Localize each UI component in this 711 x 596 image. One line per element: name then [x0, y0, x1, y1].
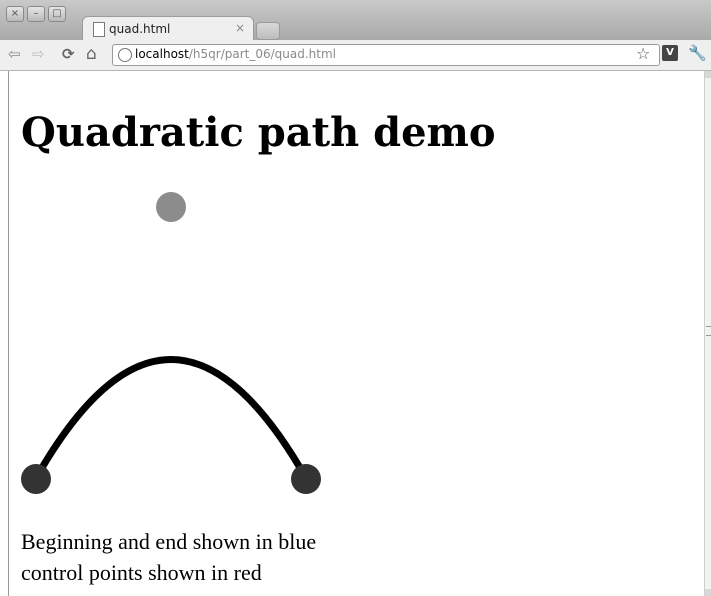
tab-close-icon[interactable]: × — [235, 21, 245, 35]
page-title: Quadratic path demo — [21, 109, 496, 156]
caption-line-2: control points shown in red — [21, 560, 262, 585]
start-point-marker — [21, 464, 51, 494]
extension-icon[interactable]: V — [662, 45, 678, 61]
scroll-down-arrow[interactable] — [705, 589, 711, 596]
end-point-marker — [291, 464, 321, 494]
browser-toolbar: ⇦ ⇨ ⟳ ⌂ localhost/h5qr/part_06/quad.html… — [0, 40, 711, 71]
window-close-button[interactable]: × — [6, 6, 24, 22]
address-bar[interactable]: localhost/h5qr/part_06/quad.html — [112, 44, 660, 66]
window-maximize-button[interactable]: □ — [48, 6, 66, 22]
page-content: Quadratic path demo Beginning and end sh… — [8, 71, 705, 596]
window-minimize-button[interactable]: – — [27, 6, 45, 22]
quadratic-curve — [32, 356, 310, 482]
vertical-scrollbar[interactable] — [704, 71, 711, 596]
caption: Beginning and end shown in blue control … — [21, 526, 316, 588]
url-path: /h5qr/part_06/quad.html — [188, 47, 337, 61]
bookmark-star-icon[interactable]: ☆ — [636, 44, 650, 63]
control-point-marker — [156, 192, 186, 222]
reload-icon[interactable]: ⟳ — [62, 46, 75, 62]
browser-titlebar: × – □ quad.html × — [0, 0, 711, 42]
tab-title: quad.html — [109, 22, 171, 36]
caption-line-1: Beginning and end shown in blue — [21, 529, 317, 554]
site-info-icon[interactable] — [118, 48, 132, 62]
window-controls: × – □ — [6, 6, 66, 22]
quadratic-canvas — [21, 192, 321, 494]
page-icon — [93, 22, 105, 37]
url-text[interactable]: localhost/h5qr/part_06/quad.html — [135, 47, 336, 61]
url-host: localhost — [135, 47, 189, 61]
home-icon[interactable]: ⌂ — [86, 46, 97, 63]
tab-quad[interactable]: quad.html × — [82, 16, 254, 42]
forward-icon[interactable]: ⇨ — [32, 46, 45, 62]
back-icon[interactable]: ⇦ — [8, 46, 21, 62]
scroll-grip[interactable] — [706, 326, 711, 336]
new-tab-button[interactable] — [256, 22, 280, 40]
scroll-up-arrow[interactable] — [705, 71, 711, 78]
wrench-menu-icon[interactable]: 🔧 — [688, 44, 707, 62]
